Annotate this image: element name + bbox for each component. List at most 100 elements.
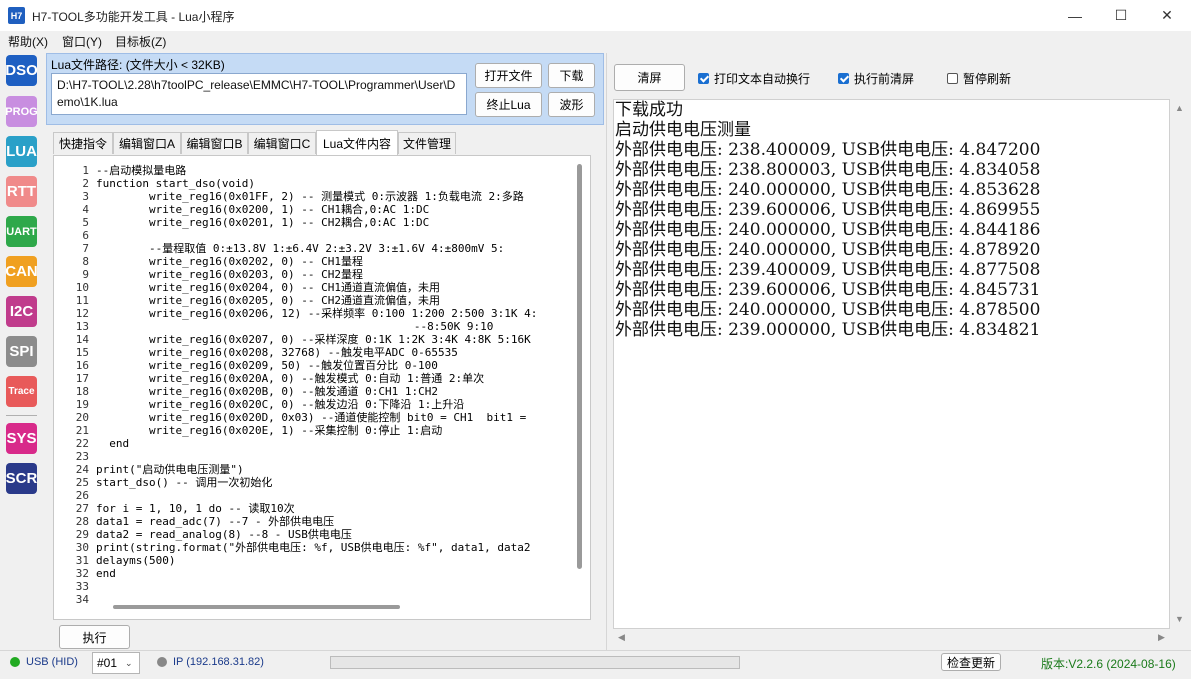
maximize-button[interactable]: ☐ [1098, 0, 1144, 31]
code-line: 24 print("启动供电电压测量") [59, 463, 244, 476]
sidebar-item-spi[interactable]: SPI [6, 336, 37, 367]
window-title: H7-TOOL多功能开发工具 - Lua小程序 [32, 10, 235, 24]
tab-lua-file-content[interactable]: Lua文件内容 [316, 130, 398, 155]
output-line: 下载成功 [615, 100, 683, 120]
code-line: 3 write_reg16(0x01FF, 2) -- 测量模式 0:示波器 1… [59, 190, 523, 203]
code-text: write_reg16(0x020C, 0) --触发边沿 0:下降沿 1:上升… [96, 398, 465, 411]
line-number: 33 [75, 580, 89, 593]
editor-horizontal-scrollbar[interactable] [113, 605, 400, 609]
scroll-down-icon[interactable]: ▼ [1175, 614, 1184, 624]
clear-before-exec-checkbox[interactable]: 执行前清屏 [838, 70, 914, 87]
pause-refresh-checkbox[interactable]: 暂停刷新 [947, 70, 1011, 87]
code-text: write_reg16(0x0203, 0) -- CH2量程 [96, 268, 364, 281]
sidebar-item-dso[interactable]: DSO [5, 55, 38, 86]
code-line: 2 function start_dso(void) [59, 177, 255, 190]
code-line: 20 write_reg16(0x020D, 0x03) --通道使能控制 bi… [59, 411, 527, 424]
minimize-button[interactable]: — [1052, 0, 1098, 31]
tab-file-manager[interactable]: 文件管理 [398, 132, 456, 154]
app-logo-icon: H7 [8, 7, 25, 24]
tab-editor-b[interactable]: 编辑窗口B [181, 132, 248, 154]
code-line: 28 data1 = read_adc(7) --7 - 外部供电电压 [59, 515, 334, 528]
checkbox-box[interactable] [838, 73, 849, 84]
code-text: write_reg16(0x0207, 0) --采样深度 0:1K 1:2K … [96, 333, 531, 346]
line-number: 28 [75, 515, 89, 528]
close-button[interactable]: ✕ [1144, 0, 1190, 31]
checkbox-box[interactable] [947, 73, 958, 84]
code-line: 8 write_reg16(0x0202, 0) -- CH1量程 [59, 255, 363, 268]
waveform-button[interactable]: 波形 [548, 92, 595, 117]
sidebar-item-sys[interactable]: SYS [6, 423, 37, 454]
code-line: 29 data2 = read_analog(8) --8 - USB供电电压 [59, 528, 352, 541]
tab-quick-commands[interactable]: 快捷指令 [53, 132, 113, 154]
menu-target-board[interactable]: 目标板(Z) [115, 33, 166, 50]
tab-editor-c[interactable]: 编辑窗口C [248, 132, 316, 154]
line-number: 3 [82, 190, 89, 203]
scroll-left-icon[interactable]: ◀ [618, 632, 625, 643]
clear-screen-button[interactable]: 清屏 [614, 64, 685, 91]
output-line: 外部供电电压: 239.400009, USB供电电压: 4.877508 [615, 260, 1041, 280]
scroll-up-icon[interactable]: ▲ [1175, 103, 1184, 113]
line-number: 17 [75, 372, 89, 385]
code-text: write_reg16(0x0206, 12) --采样频率 0:100 1:2… [96, 307, 538, 320]
line-number: 6 [82, 229, 89, 242]
file-path-field[interactable]: D:\H7-TOOL\2.28\h7toolPC_release\EMMC\H7… [51, 73, 467, 115]
code-line: 9 write_reg16(0x0203, 0) -- CH2量程 [59, 268, 363, 281]
line-number: 24 [75, 463, 89, 476]
code-area[interactable]: 1 --启动模拟量电路 2 function start_dso(void) 3 wri… [59, 164, 572, 609]
editor-vertical-scrollbar[interactable] [577, 164, 582, 569]
device-select-value: #01 [97, 656, 118, 670]
line-number: 4 [82, 203, 89, 216]
code-text: write_reg16(0x0208, 32768) --触发电平ADC 0-6… [96, 346, 458, 359]
tab-editor-a[interactable]: 编辑窗口A [113, 132, 181, 154]
sidebar-item-rtt[interactable]: RTT [6, 176, 37, 207]
menu-help[interactable]: 帮助(X) [8, 33, 48, 50]
code-line: 34 [59, 593, 96, 606]
code-text: write_reg16(0x020A, 0) --触发模式 0:自动 1:普通 … [96, 372, 485, 385]
checkbox-box[interactable] [698, 73, 709, 84]
sidebar-item-lua[interactable]: LUA [6, 136, 37, 167]
code-text: write_reg16(0x020B, 0) --触发通道 0:CH1 1:CH… [96, 385, 439, 398]
code-text: function start_dso(void) [96, 177, 255, 190]
progress-bar [330, 656, 740, 669]
download-button[interactable]: 下载 [548, 63, 595, 88]
code-line: 16 write_reg16(0x0209, 50) --触发位置百分比 0-1… [59, 359, 438, 372]
check-update-button[interactable]: 检查更新 [941, 653, 1001, 671]
line-number: 14 [75, 333, 89, 346]
scroll-right-icon[interactable]: ▶ [1158, 632, 1165, 643]
sidebar-item-can[interactable]: CAN [5, 256, 38, 287]
line-number: 7 [82, 242, 89, 255]
code-line: 6 [59, 229, 96, 242]
device-select[interactable]: #01 ⌄ [92, 652, 140, 674]
sidebar-item-trace[interactable]: Trace [6, 376, 37, 407]
code-line: 11 write_reg16(0x0205, 0) -- CH2通道直流偏值，未… [59, 294, 440, 307]
sidebar-item-prog[interactable]: PROG [5, 96, 38, 127]
auto-wrap-checkbox[interactable]: 打印文本自动换行 [698, 70, 810, 87]
sidebar-item-scr[interactable]: SCR [6, 463, 37, 494]
line-number: 22 [75, 437, 89, 450]
output-console[interactable]: 下载成功 启动供电电压测量 外部供电电压: 238.400009, USB供电电压:… [613, 99, 1170, 629]
code-text: print(string.format("外部供电电压: %f, USB供电电压… [96, 541, 531, 554]
code-line: 18 write_reg16(0x020B, 0) --触发通道 0:CH1 1… [59, 385, 438, 398]
line-number: 5 [82, 216, 89, 229]
code-text: --量程取值 0:±13.8V 1:±6.4V 2:±3.2V 3:±1.6V … [96, 242, 505, 255]
pause-refresh-label: 暂停刷新 [963, 72, 1012, 86]
code-text: write_reg16(0x0209, 50) --触发位置百分比 0-100 [96, 359, 438, 372]
code-line: 13 --8:50K 9:10 [59, 320, 494, 333]
stop-lua-button[interactable]: 终止Lua [475, 92, 542, 117]
menu-window[interactable]: 窗口(Y) [62, 33, 102, 50]
line-number: 20 [75, 411, 89, 424]
line-number: 9 [82, 268, 89, 281]
line-number: 2 [82, 177, 89, 190]
line-number: 21 [75, 424, 89, 437]
execute-button[interactable]: 执行 [59, 625, 130, 649]
code-text: write_reg16(0x0204, 0) -- CH1通道直流偏值，未用 [96, 281, 441, 294]
line-number: 1 [82, 164, 89, 177]
code-line: 19 write_reg16(0x020C, 0) --触发边沿 0:下降沿 1… [59, 398, 465, 411]
ip-status-icon [157, 657, 167, 667]
open-file-button[interactable]: 打开文件 [475, 63, 542, 88]
clear-before-exec-label: 执行前清屏 [854, 72, 915, 86]
code-text: data1 = read_adc(7) --7 - 外部供电电压 [96, 515, 335, 528]
code-line: 33 [59, 580, 96, 593]
sidebar-item-i2c[interactable]: I2C [6, 296, 37, 327]
sidebar-item-uart[interactable]: UART [6, 216, 37, 247]
